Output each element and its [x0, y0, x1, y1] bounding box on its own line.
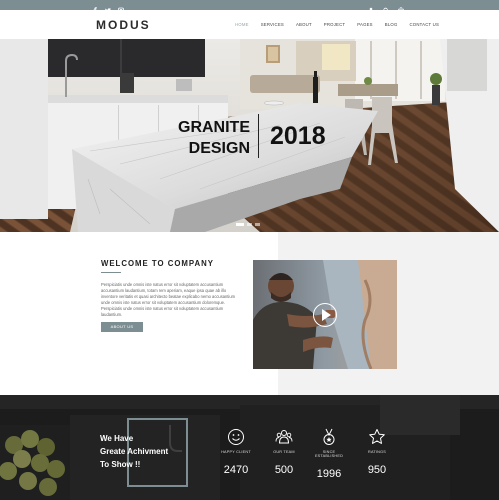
- stat-label: OUR TEAM: [273, 450, 295, 454]
- nav-item-contact[interactable]: CONTACT US: [410, 22, 440, 27]
- nav-item-about[interactable]: ABOUT: [296, 22, 312, 27]
- title-underline: [101, 272, 121, 273]
- stat-our-team: OUR TEAM 500: [264, 427, 304, 476]
- stat-label: RATINGS: [368, 450, 386, 454]
- search-icon[interactable]: [383, 1, 389, 14]
- welcome-title: WELCOME TO COMPANY: [101, 259, 215, 268]
- twitter-icon[interactable]: [105, 1, 111, 13]
- main-nav: HOME SERVICES ABOUT PROJECT PAGES BLOG C…: [235, 22, 439, 27]
- stat-label: HAPPY CLIENT: [221, 450, 251, 454]
- site-header: MODUS HOME SERVICES ABOUT PROJECT PAGES …: [0, 10, 499, 39]
- star-icon: [357, 427, 397, 447]
- instagram-icon[interactable]: [118, 1, 124, 14]
- stat-ratings: RATINGS 950: [357, 427, 397, 476]
- site-logo[interactable]: MODUS: [96, 18, 151, 32]
- nav-item-blog[interactable]: BLOG: [385, 22, 398, 27]
- nav-item-home[interactable]: HOME: [235, 22, 249, 27]
- achievement-headline: We Have Greate Achivment To Show !!: [100, 432, 168, 471]
- stat-happy-client: HAPPY CLIENT 2470: [216, 427, 256, 476]
- nav-item-project[interactable]: PROJECT: [324, 22, 345, 27]
- slider-dot-3[interactable]: [255, 223, 260, 226]
- social-links: [92, 1, 124, 14]
- hero-year: 2018: [270, 122, 326, 150]
- medal-icon: [309, 427, 349, 447]
- nav-item-pages[interactable]: PAGES: [357, 22, 373, 27]
- play-icon[interactable]: [313, 303, 337, 327]
- about-us-button[interactable]: ABOUT US: [101, 322, 143, 332]
- hero-title: GRANITE DESIGN: [160, 117, 250, 159]
- hero-slider: GRANITE DESIGN 2018: [0, 39, 499, 232]
- stat-since-established: SINCE ESTABLISHED 1996: [309, 427, 349, 480]
- header-tools: [368, 1, 404, 14]
- hero-title-line2: DESIGN: [188, 140, 250, 157]
- stat-value: 950: [367, 464, 387, 476]
- top-bar: [0, 0, 499, 14]
- facebook-icon[interactable]: [92, 1, 98, 14]
- stat-value: 500: [274, 464, 294, 476]
- hero-title-line1: GRANITE: [178, 119, 250, 136]
- stat-value: 2470: [223, 464, 249, 476]
- user-icon[interactable]: [368, 1, 374, 14]
- smile-icon: [216, 427, 256, 447]
- nav-item-services[interactable]: SERVICES: [261, 22, 284, 27]
- welcome-text: Perspiciatis unde omnis iste natus error…: [101, 282, 236, 317]
- slider-dot-1[interactable]: [236, 223, 244, 226]
- slider-dot-2[interactable]: [247, 223, 252, 226]
- hero-divider: [258, 114, 259, 158]
- cart-icon[interactable]: [398, 1, 404, 14]
- headline-line-2: Greate Achivment: [100, 447, 169, 456]
- team-icon: [264, 427, 304, 447]
- headline-line-3: To Show !!: [100, 460, 141, 469]
- headline-line-1: We Have: [100, 434, 134, 443]
- stat-value: 1996: [316, 468, 342, 480]
- stat-label: SINCE ESTABLISHED: [314, 450, 344, 458]
- slider-dots: [236, 223, 260, 226]
